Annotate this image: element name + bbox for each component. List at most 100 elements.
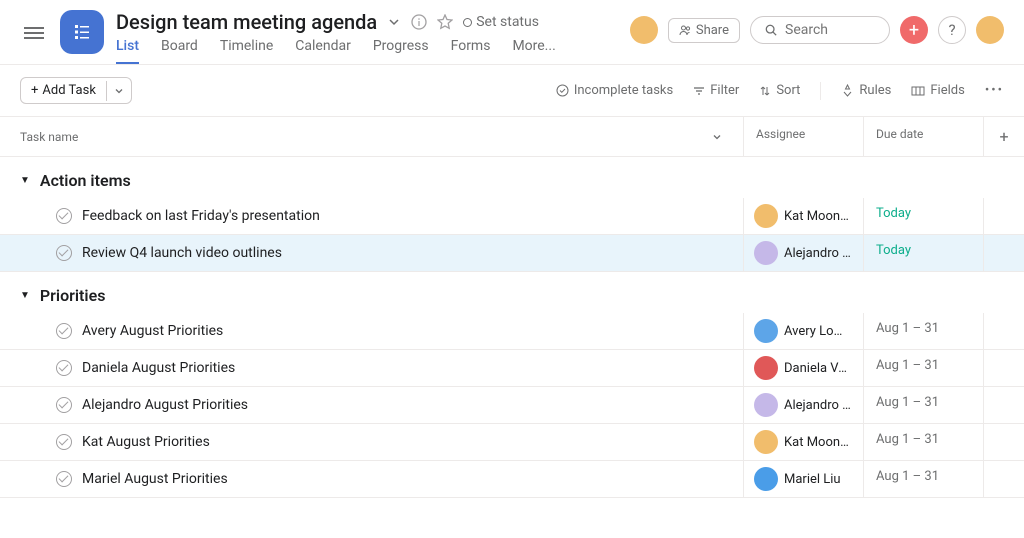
- complete-check-icon[interactable]: [56, 208, 72, 224]
- task-extra-cell: [984, 198, 1024, 234]
- complete-check-icon[interactable]: [56, 360, 72, 376]
- task-row[interactable]: Kat August Priorities Kat Mooney Aug 1 – 3…: [0, 424, 1024, 461]
- task-due-cell[interactable]: Aug 1 – 31: [864, 461, 984, 497]
- task-title: Kat August Priorities: [82, 434, 210, 450]
- tab-timeline[interactable]: Timeline: [220, 38, 273, 64]
- assignee-avatar: [754, 241, 778, 265]
- search-icon: [765, 23, 777, 37]
- task-due-cell[interactable]: Today: [864, 198, 984, 234]
- complete-check-icon[interactable]: [56, 245, 72, 261]
- task-row[interactable]: Avery August Priorities Avery Lomax Aug 1 …: [0, 313, 1024, 350]
- task-row[interactable]: Feedback on last Friday's presentation Ka…: [0, 198, 1024, 235]
- filter-button[interactable]: Filter: [693, 83, 739, 98]
- project-icon: [60, 10, 104, 54]
- menu-icon[interactable]: [20, 16, 48, 50]
- chevron-down-icon: [711, 131, 723, 143]
- task-row[interactable]: Mariel August Priorities Mariel Liu Aug 1 …: [0, 461, 1024, 498]
- fields-button[interactable]: Fields: [911, 83, 964, 98]
- create-button[interactable]: +: [900, 16, 928, 44]
- set-status-button[interactable]: Set status: [463, 14, 539, 30]
- header-main: Design team meeting agenda Set status Li…: [116, 10, 618, 64]
- task-extra-cell: [984, 387, 1024, 423]
- user-avatar[interactable]: [976, 16, 1004, 44]
- more-options-button[interactable]: •••: [985, 83, 1004, 98]
- add-task-button[interactable]: +Add Task: [20, 77, 132, 104]
- assignee-name: Kat Mooney: [784, 435, 853, 450]
- section-header[interactable]: ▼Priorities: [0, 272, 1024, 313]
- people-icon: [679, 24, 692, 37]
- task-extra-cell: [984, 350, 1024, 386]
- sort-button[interactable]: Sort: [759, 83, 800, 98]
- task-title: Daniela August Priorities: [82, 360, 235, 376]
- add-task-dropdown[interactable]: [106, 81, 131, 101]
- tab-list[interactable]: List: [116, 38, 139, 64]
- assignee-name: Alejandro Lu...: [784, 246, 853, 261]
- task-row[interactable]: Review Q4 launch video outlines Alejandro…: [0, 235, 1024, 272]
- task-title: Review Q4 launch video outlines: [82, 245, 282, 261]
- section-name: Priorities: [40, 286, 106, 305]
- toolbar: +Add Task Incomplete tasks Filter Sort R…: [0, 65, 1024, 116]
- column-task-name[interactable]: Task name: [0, 117, 744, 156]
- assignee-avatar: [754, 467, 778, 491]
- page-title: Design team meeting agenda: [116, 10, 377, 34]
- task-title: Mariel August Priorities: [82, 471, 228, 487]
- task-due-cell[interactable]: Aug 1 – 31: [864, 387, 984, 423]
- check-circle-icon: [556, 84, 569, 97]
- rules-icon: [841, 84, 854, 97]
- header-right: Share + ?: [630, 16, 1004, 44]
- tab-board[interactable]: Board: [161, 38, 198, 64]
- complete-check-icon[interactable]: [56, 471, 72, 487]
- rules-button[interactable]: Rules: [841, 83, 891, 98]
- member-avatar[interactable]: [630, 16, 658, 44]
- task-assignee-cell[interactable]: Kat Mooney: [744, 198, 864, 234]
- toolbar-separator: [820, 82, 821, 100]
- sort-label: Sort: [776, 83, 800, 98]
- task-due-cell[interactable]: Today: [864, 235, 984, 271]
- assignee-avatar: [754, 356, 778, 380]
- task-title: Avery August Priorities: [82, 323, 223, 339]
- assignee-name: Avery Lomax: [784, 324, 853, 339]
- add-column-button[interactable]: +: [984, 117, 1024, 156]
- filter-label: Filter: [710, 83, 739, 98]
- assignee-avatar: [754, 319, 778, 343]
- search-input[interactable]: [785, 22, 875, 38]
- task-due-cell[interactable]: Aug 1 – 31: [864, 350, 984, 386]
- task-row[interactable]: Alejandro August PrioritiesAlejandro Lu.…: [0, 387, 1024, 424]
- chevron-down-icon[interactable]: [387, 15, 401, 29]
- search-input-wrapper[interactable]: [750, 16, 890, 44]
- status-dot-icon: [463, 18, 472, 27]
- task-assignee-cell[interactable]: Alejandro Lu...: [744, 387, 864, 423]
- task-extra-cell: [984, 424, 1024, 460]
- incomplete-tasks-filter[interactable]: Incomplete tasks: [556, 83, 673, 98]
- task-title: Feedback on last Friday's presentation: [82, 208, 320, 224]
- star-icon[interactable]: [437, 14, 453, 30]
- tab-forms[interactable]: Forms: [451, 38, 491, 64]
- help-button[interactable]: ?: [938, 16, 966, 44]
- complete-check-icon[interactable]: [56, 434, 72, 450]
- section-name: Action items: [40, 171, 131, 190]
- complete-check-icon[interactable]: [56, 323, 72, 339]
- column-assignee[interactable]: Assignee: [744, 117, 864, 156]
- complete-check-icon[interactable]: [56, 397, 72, 413]
- tab-calendar[interactable]: Calendar: [295, 38, 351, 64]
- assignee-name: Daniela Varg...: [784, 361, 853, 376]
- tab-more[interactable]: More...: [512, 38, 555, 64]
- task-due-cell[interactable]: Aug 1 – 31: [864, 313, 984, 349]
- caret-down-icon: ▼: [20, 175, 30, 186]
- share-button[interactable]: Share: [668, 18, 740, 43]
- info-icon[interactable]: [411, 14, 427, 30]
- task-assignee-cell[interactable]: Avery Lomax: [744, 313, 864, 349]
- fields-icon: [911, 85, 925, 97]
- assignee-name: Mariel Liu: [784, 472, 841, 487]
- task-assignee-cell[interactable]: Kat Mooney: [744, 424, 864, 460]
- status-label: Set status: [476, 14, 539, 30]
- task-assignee-cell[interactable]: Mariel Liu: [744, 461, 864, 497]
- task-due-cell[interactable]: Aug 1 – 31: [864, 424, 984, 460]
- section-header[interactable]: ▼ Action items: [0, 157, 1024, 198]
- task-row[interactable]: Daniela August Priorities Daniela Varg...…: [0, 350, 1024, 387]
- column-due-date[interactable]: Due date: [864, 117, 984, 156]
- task-extra-cell: [984, 235, 1024, 271]
- tab-progress[interactable]: Progress: [373, 38, 429, 64]
- task-assignee-cell[interactable]: Alejandro Lu...: [744, 235, 864, 271]
- task-assignee-cell[interactable]: Daniela Varg...: [744, 350, 864, 386]
